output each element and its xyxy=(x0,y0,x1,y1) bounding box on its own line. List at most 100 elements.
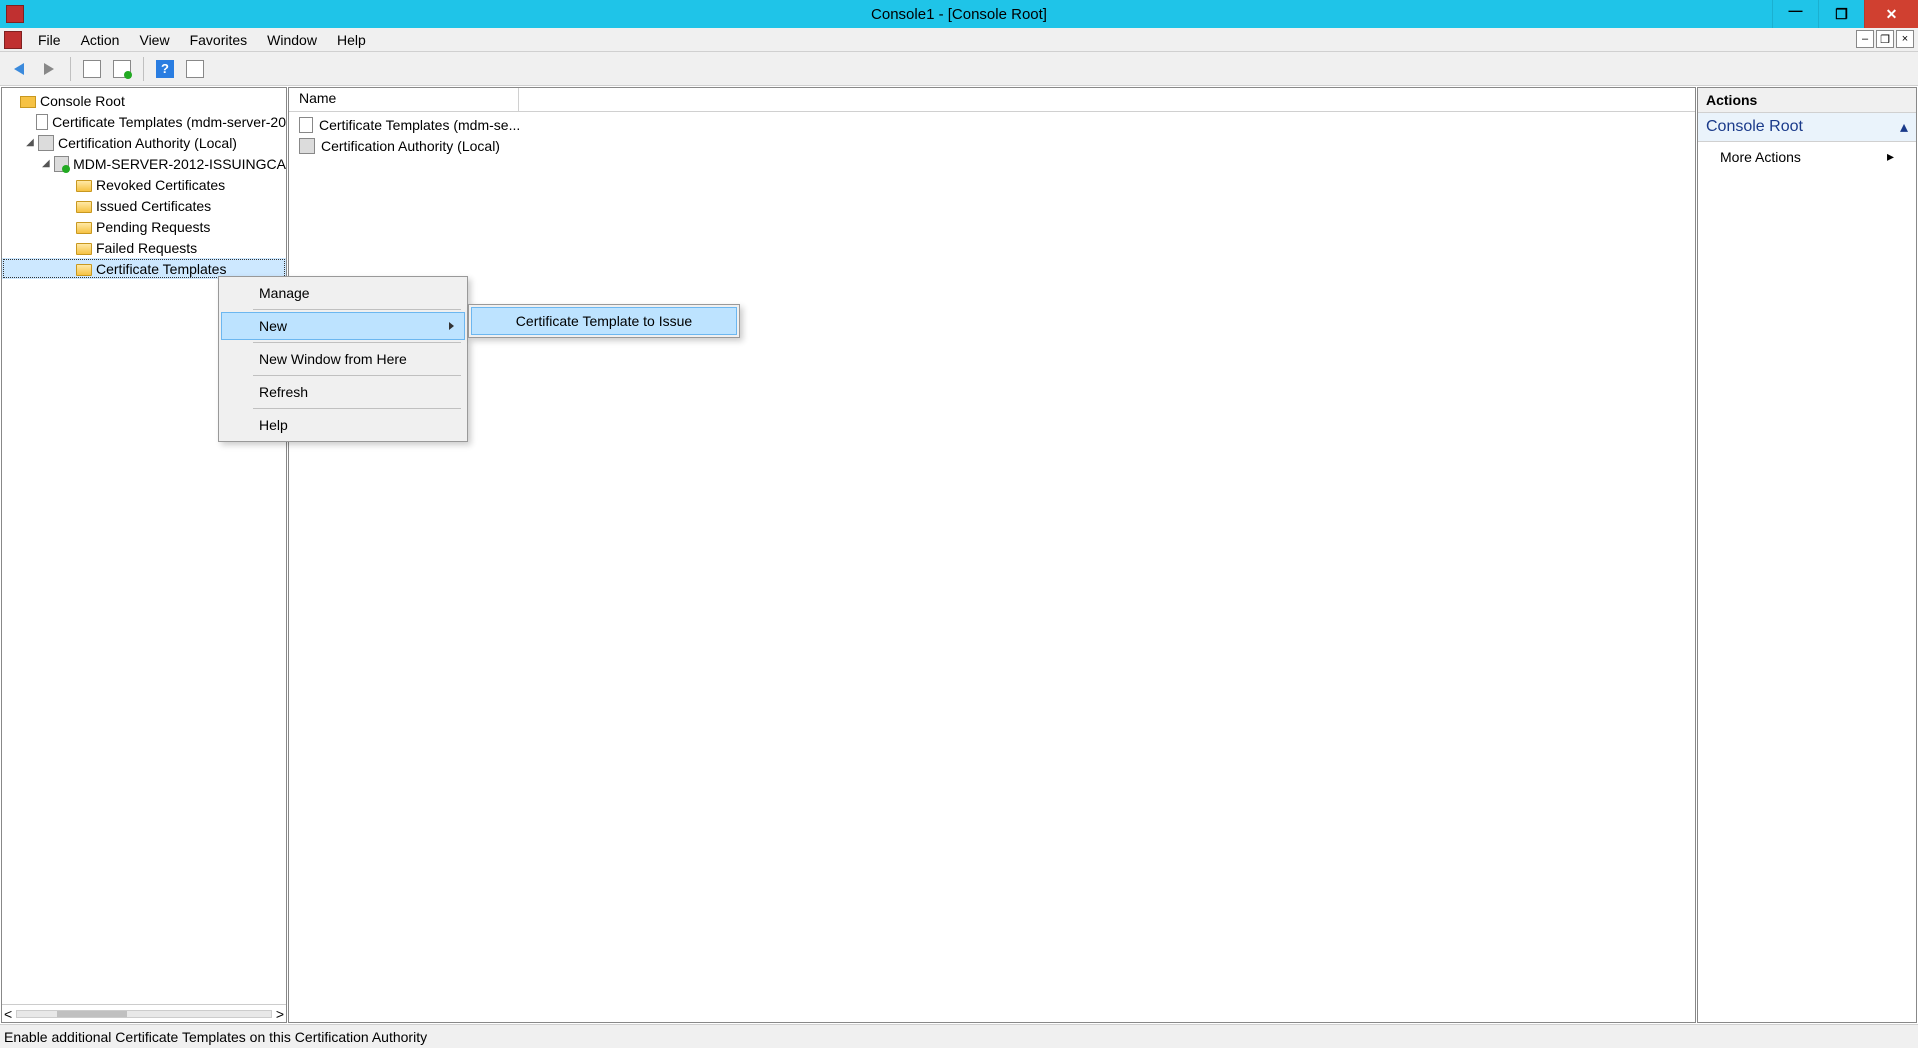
list-label: Certificate Templates (mdm-se... xyxy=(319,117,520,133)
status-text: Enable additional Certificate Templates … xyxy=(4,1029,427,1045)
tree-pending[interactable]: Pending Requests xyxy=(2,216,286,237)
arrow-left-icon xyxy=(14,63,24,75)
app-icon-small xyxy=(4,31,22,49)
help-icon: ? xyxy=(156,60,174,78)
list-label: Certification Authority (Local) xyxy=(321,138,500,154)
ctx-manage[interactable]: Manage xyxy=(221,279,465,307)
actions-title: Actions xyxy=(1698,88,1916,113)
tree-label: Failed Requests xyxy=(96,240,197,256)
horizontal-scrollbar[interactable]: < > xyxy=(2,1004,286,1022)
tree-label: Certificate Templates (mdm-server-20 xyxy=(52,114,286,130)
tree-cert-templates[interactable]: Certificate Templates (mdm-server-20 xyxy=(2,111,286,132)
tree-label: MDM-SERVER-2012-ISSUINGCA xyxy=(73,156,286,172)
menubar: File Action View Favorites Window Help –… xyxy=(0,28,1918,52)
tree-label: Issued Certificates xyxy=(96,198,211,214)
mdi-restore-button[interactable]: ❐ xyxy=(1876,30,1894,48)
mdi-minimize-button[interactable]: – xyxy=(1856,30,1874,48)
folder-icon xyxy=(76,222,92,234)
context-submenu: Certificate Template to Issue xyxy=(468,304,740,338)
back-button[interactable] xyxy=(6,56,32,82)
ctx-new[interactable]: New xyxy=(221,312,465,340)
toolbar: ? xyxy=(0,52,1918,86)
tree-root[interactable]: Console Root xyxy=(2,90,286,111)
menu-favorites[interactable]: Favorites xyxy=(180,29,258,51)
tree-label: Certificate Templates xyxy=(96,261,226,277)
tree-revoked[interactable]: Revoked Certificates xyxy=(2,174,286,195)
close-button[interactable]: ✕ xyxy=(1864,0,1918,28)
menu-file[interactable]: File xyxy=(28,29,71,51)
ctx-help[interactable]: Help xyxy=(221,411,465,439)
help-button[interactable]: ? xyxy=(152,56,178,82)
arrow-right-icon xyxy=(44,63,54,75)
collapse-icon[interactable]: ◢ xyxy=(40,158,52,170)
submenu-arrow-icon xyxy=(449,322,454,330)
folder-icon xyxy=(76,264,92,276)
tree-pane: Console Root Certificate Templates (mdm-… xyxy=(1,87,287,1023)
list-body: Certificate Templates (mdm-se... Certifi… xyxy=(289,112,1695,158)
doc-icon xyxy=(36,114,48,130)
scroll-right-icon[interactable]: > xyxy=(276,1006,284,1022)
folder-icon xyxy=(76,180,92,192)
chevron-right-icon: ▸ xyxy=(1887,148,1894,165)
ctx-label: New xyxy=(259,318,287,334)
panel-icon xyxy=(83,60,101,78)
actions-more[interactable]: More Actions ▸ xyxy=(1698,142,1916,171)
status-bar: Enable additional Certificate Templates … xyxy=(0,1024,1918,1048)
toolbar-separator xyxy=(143,57,144,81)
scroll-left-icon[interactable]: < xyxy=(4,1006,12,1022)
tree-ca-server[interactable]: ◢ MDM-SERVER-2012-ISSUINGCA xyxy=(2,153,286,174)
actions-pane: Actions Console Root ▴ More Actions ▸ xyxy=(1697,87,1917,1023)
cert-authority-icon xyxy=(299,138,315,154)
ctx-refresh[interactable]: Refresh xyxy=(221,378,465,406)
main-area: Console Root Certificate Templates (mdm-… xyxy=(0,86,1918,1024)
minimize-button[interactable]: — xyxy=(1772,0,1818,28)
titlebar: Console1 - [Console Root] — ❐ ✕ xyxy=(0,0,1918,28)
ctx-cert-template-issue[interactable]: Certificate Template to Issue xyxy=(471,307,737,335)
column-header-name[interactable]: Name xyxy=(289,88,519,111)
list-item[interactable]: Certification Authority (Local) xyxy=(293,135,1691,156)
show-hide-action-button[interactable] xyxy=(182,56,208,82)
expand-icon xyxy=(24,116,34,128)
forward-button[interactable] xyxy=(36,56,62,82)
ctx-new-window[interactable]: New Window from Here xyxy=(221,345,465,373)
scroll-track[interactable] xyxy=(16,1010,272,1018)
tree-content: Console Root Certificate Templates (mdm-… xyxy=(2,88,286,1004)
cert-authority-icon xyxy=(38,135,54,151)
toolbar-separator xyxy=(70,57,71,81)
maximize-button[interactable]: ❐ xyxy=(1818,0,1864,28)
folder-icon xyxy=(76,201,92,213)
tree-failed[interactable]: Failed Requests xyxy=(2,237,286,258)
mdi-controls: – ❐ × xyxy=(1856,30,1914,48)
menu-separator xyxy=(253,408,461,409)
mdi-close-button[interactable]: × xyxy=(1896,30,1914,48)
ctx-label: Refresh xyxy=(259,384,308,400)
console-icon xyxy=(20,96,36,108)
menu-action[interactable]: Action xyxy=(71,29,130,51)
show-hide-tree-button[interactable] xyxy=(79,56,105,82)
context-menu: Manage New New Window from Here Refresh … xyxy=(218,276,468,442)
tree-label: Certification Authority (Local) xyxy=(58,135,237,151)
menu-view[interactable]: View xyxy=(129,29,179,51)
panel-icon xyxy=(186,60,204,78)
doc-icon xyxy=(299,117,313,133)
list-item[interactable]: Certificate Templates (mdm-se... xyxy=(293,114,1691,135)
server-icon xyxy=(54,156,70,172)
tree-label: Console Root xyxy=(40,93,125,109)
app-icon xyxy=(6,5,24,23)
actions-section[interactable]: Console Root ▴ xyxy=(1698,113,1916,142)
tree-cert-authority[interactable]: ◢ Certification Authority (Local) xyxy=(2,132,286,153)
tree-label: Pending Requests xyxy=(96,219,210,235)
actions-section-label: Console Root xyxy=(1706,118,1803,136)
tree-issued[interactable]: Issued Certificates xyxy=(2,195,286,216)
export-list-button[interactable] xyxy=(109,56,135,82)
tree-label: Revoked Certificates xyxy=(96,177,225,193)
ctx-label: Manage xyxy=(259,285,310,301)
menu-window[interactable]: Window xyxy=(257,29,327,51)
collapse-icon[interactable]: ◢ xyxy=(24,137,36,149)
menu-separator xyxy=(253,309,461,310)
folder-icon xyxy=(76,243,92,255)
ctx-label: Help xyxy=(259,417,288,433)
collapse-icon: ▴ xyxy=(1900,117,1908,137)
menu-help[interactable]: Help xyxy=(327,29,376,51)
menu-separator xyxy=(253,342,461,343)
